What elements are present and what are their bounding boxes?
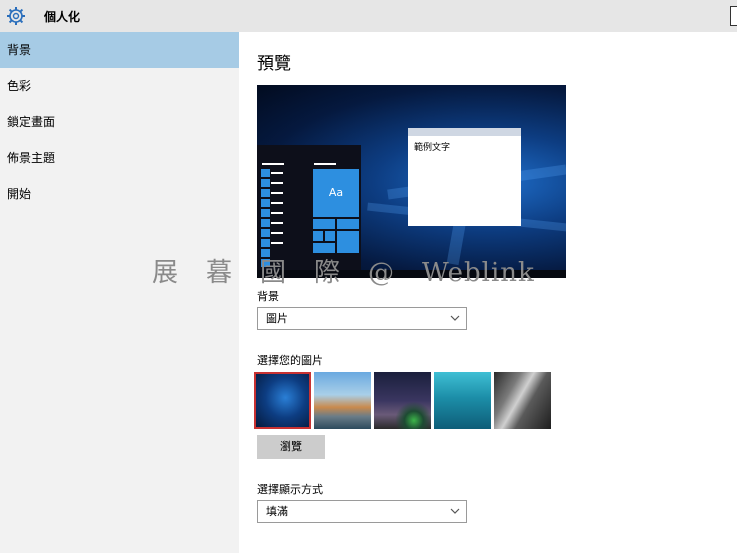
background-label: 背景 [257, 290, 279, 303]
fit-dropdown-value: 填滿 [266, 505, 288, 518]
preview-taskbar [257, 270, 566, 278]
window-control[interactable] [730, 6, 737, 26]
picture-thumbnail-rock[interactable] [494, 372, 551, 429]
sidebar-item-lock-screen[interactable]: 鎖定畫面 [0, 104, 239, 140]
chevron-down-icon [450, 508, 460, 514]
fit-dropdown[interactable]: 填滿 [257, 500, 467, 523]
preview-start-menu: Aa [257, 145, 361, 278]
desktop-preview: Aa 範例文字 [257, 85, 566, 278]
sample-text: 範例文字 [414, 143, 451, 153]
page-title: 預覽 [257, 54, 291, 74]
fit-label: 選擇顯示方式 [257, 483, 323, 496]
background-dropdown-value: 圖片 [266, 312, 288, 325]
sidebar: 背景 色彩 鎖定畫面 佈景主題 開始 [0, 32, 239, 553]
choose-picture-label: 選擇您的圖片 [257, 354, 323, 367]
picture-thumbnails [254, 372, 556, 430]
gear-icon [7, 7, 25, 25]
picture-thumbnail-underwater[interactable] [434, 372, 491, 429]
sidebar-item-colors[interactable]: 色彩 [0, 68, 239, 104]
title-bar: 個人化 [0, 0, 737, 32]
picture-thumbnail-beach[interactable] [314, 372, 371, 429]
chevron-down-icon [450, 315, 460, 321]
main-content: 預覽 Aa 範例文字 背景 圖片 選擇您的圖片 瀏覽 選擇顯示方式 填滿 [239, 32, 737, 553]
picture-thumbnail-windows[interactable] [254, 372, 311, 429]
sidebar-item-background[interactable]: 背景 [0, 32, 239, 68]
browse-button[interactable]: 瀏覽 [257, 435, 325, 459]
sidebar-item-themes[interactable]: 佈景主題 [0, 140, 239, 176]
sidebar-item-start[interactable]: 開始 [0, 176, 239, 212]
picture-thumbnail-night-sky[interactable] [374, 372, 431, 429]
preview-sample-window: 範例文字 [408, 128, 521, 226]
app-title: 個人化 [44, 10, 81, 24]
background-dropdown[interactable]: 圖片 [257, 307, 467, 330]
preview-tile-aa: Aa [313, 169, 359, 217]
